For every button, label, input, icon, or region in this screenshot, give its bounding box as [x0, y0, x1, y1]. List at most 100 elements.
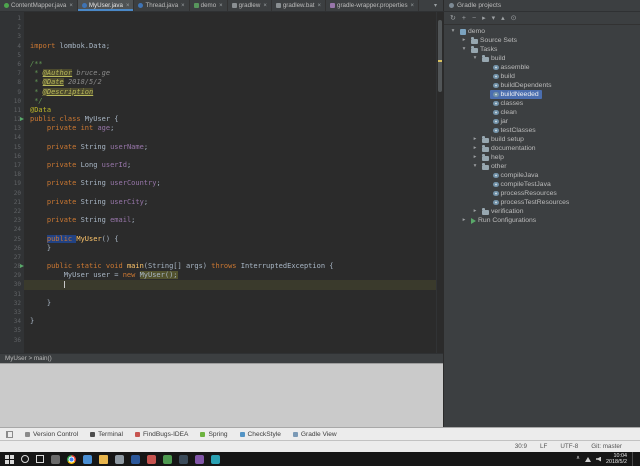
editor-line[interactable]: 2: [0, 23, 443, 32]
editor-line[interactable]: 10 */: [0, 97, 443, 106]
editor-line[interactable]: 33: [0, 308, 443, 317]
taskbar-app-icon[interactable]: [115, 455, 124, 464]
chevron-down-icon[interactable]: ▾: [471, 164, 479, 170]
taskbar-app-icon[interactable]: [211, 455, 220, 464]
tab-close-icon[interactable]: ×: [69, 3, 73, 9]
chevron-down-icon[interactable]: ▾: [460, 47, 468, 53]
tool-window-button-gradle-view[interactable]: Gradle View: [293, 431, 337, 438]
tray-chevron-up-icon[interactable]: ∧: [576, 456, 580, 462]
tree-node-build[interactable]: ▾build: [444, 54, 640, 63]
tree-node-processresources[interactable]: processResources: [444, 189, 640, 198]
task-view-icon[interactable]: [36, 455, 44, 463]
taskbar-clock[interactable]: 10:04 2018/5/2: [606, 453, 627, 465]
tree-node-demo[interactable]: ▾demo: [444, 27, 640, 36]
editor-line[interactable]: 25 public MyUser() {: [0, 235, 443, 244]
editor-line[interactable]: 8 * @Date 2018/5/2: [0, 78, 443, 87]
chevron-right-icon[interactable]: ▸: [471, 155, 479, 161]
breadcrumb[interactable]: MyUser > main(): [0, 353, 443, 363]
editor-line[interactable]: 34}: [0, 317, 443, 326]
editor-line[interactable]: 6/**: [0, 60, 443, 69]
taskbar-app-icon[interactable]: [131, 455, 140, 464]
tab-close-icon[interactable]: ×: [318, 3, 322, 9]
editor-line[interactable]: 19 private String userCountry;: [0, 179, 443, 188]
status-line-separator[interactable]: LF: [540, 443, 547, 450]
tree-node-verification[interactable]: ▸verification: [444, 207, 640, 216]
editor-line[interactable]: 11@Data: [0, 106, 443, 115]
editor-line[interactable]: 3: [0, 32, 443, 41]
taskbar-app-icon[interactable]: [67, 455, 76, 464]
run-task-icon[interactable]: ▸: [482, 15, 486, 22]
tab-close-icon[interactable]: ×: [263, 3, 267, 9]
tree-node-compilejava[interactable]: compileJava: [444, 171, 640, 180]
taskbar-app-icon[interactable]: [179, 455, 188, 464]
editor-line[interactable]: 7 * @Author bruce.ge: [0, 69, 443, 78]
start-button[interactable]: [5, 455, 14, 464]
editor-line[interactable]: 15 private String userName;: [0, 143, 443, 152]
editor-line[interactable]: 27: [0, 253, 443, 262]
volume-icon[interactable]: [596, 457, 601, 462]
editor-line[interactable]: 28 public static void main(String[] args…: [0, 262, 443, 271]
tab-myuser-java[interactable]: MyUser.java×: [78, 0, 135, 11]
tool-window-button-checkstyle[interactable]: CheckStyle: [240, 431, 281, 438]
tab-thread-java[interactable]: Thread.java×: [134, 0, 189, 11]
editor-line[interactable]: 16: [0, 152, 443, 161]
tree-node-run-configurations[interactable]: ▸Run Configurations: [444, 216, 640, 225]
tab-close-icon[interactable]: ×: [411, 3, 415, 9]
editor-line[interactable]: 24: [0, 225, 443, 234]
tree-node-build[interactable]: build: [444, 72, 640, 81]
editor-line[interactable]: 20: [0, 189, 443, 198]
tree-node-jar[interactable]: jar: [444, 117, 640, 126]
tree-node-buildneeded[interactable]: buildNeeded: [444, 90, 640, 99]
editor-line[interactable]: 30: [0, 280, 443, 289]
tree-node-tasks[interactable]: ▾Tasks: [444, 45, 640, 54]
chevron-right-icon[interactable]: ▸: [471, 146, 479, 152]
editor-scrollbar[interactable]: [436, 12, 443, 353]
network-icon[interactable]: [585, 457, 591, 462]
taskbar-app-icon[interactable]: [99, 455, 108, 464]
tree-node-documentation[interactable]: ▸documentation: [444, 144, 640, 153]
tab-list-dropdown-icon[interactable]: ▾: [428, 0, 443, 11]
tree-node-testclasses[interactable]: testClasses: [444, 126, 640, 135]
status-caret-position[interactable]: 30:9: [515, 443, 527, 450]
editor-line[interactable]: 21 private String userCity;: [0, 198, 443, 207]
chevron-right-icon[interactable]: ▸: [460, 38, 468, 44]
tree-node-build-setup[interactable]: ▸build setup: [444, 135, 640, 144]
status-vcs-branch[interactable]: Git: master: [591, 443, 622, 450]
collapse-all-icon[interactable]: ▴: [501, 15, 505, 22]
refresh-icon[interactable]: ↻: [450, 15, 456, 22]
tool-window-handle-icon[interactable]: [6, 431, 13, 438]
gradle-panel-header[interactable]: Gradle projects: [443, 0, 640, 11]
tree-node-compiletestjava[interactable]: compileTestJava: [444, 180, 640, 189]
editor-line[interactable]: 12public class MyUser {: [0, 115, 443, 124]
editor-line[interactable]: 36: [0, 336, 443, 345]
tree-node-classes[interactable]: classes: [444, 99, 640, 108]
chevron-right-icon[interactable]: ▸: [471, 137, 479, 143]
taskbar-app-icon[interactable]: [163, 455, 172, 464]
editor-line[interactable]: 1: [0, 14, 443, 23]
editor-line[interactable]: 23 private String email;: [0, 216, 443, 225]
detach-icon[interactable]: −: [472, 15, 476, 22]
search-icon[interactable]: [21, 455, 29, 463]
tool-window-button-terminal[interactable]: Terminal: [90, 431, 123, 438]
editor-line[interactable]: 32 }: [0, 299, 443, 308]
tab-close-icon[interactable]: ×: [181, 3, 185, 9]
tab-gradlew-bat[interactable]: gradlew.bat×: [272, 0, 326, 11]
editor-line[interactable]: 29 MyUser user = new MyUser();: [0, 271, 443, 280]
settings-icon[interactable]: ⊙: [511, 15, 517, 22]
editor-line[interactable]: 26 }: [0, 244, 443, 253]
tree-node-assemble[interactable]: assemble: [444, 63, 640, 72]
editor-line[interactable]: 22: [0, 207, 443, 216]
editor-line[interactable]: 13 private int age;: [0, 124, 443, 133]
tree-node-clean[interactable]: clean: [444, 108, 640, 117]
tab-demo[interactable]: demo×: [190, 0, 228, 11]
tab-close-icon[interactable]: ×: [126, 3, 130, 9]
editor-line[interactable]: 18: [0, 170, 443, 179]
tree-node-other[interactable]: ▾other: [444, 162, 640, 171]
show-desktop-button[interactable]: [632, 452, 635, 466]
editor-line[interactable]: 14: [0, 133, 443, 142]
taskbar-app-icon[interactable]: [195, 455, 204, 464]
tree-node-builddependents[interactable]: buildDependents: [444, 81, 640, 90]
chevron-down-icon[interactable]: ▾: [471, 56, 479, 62]
chevron-right-icon[interactable]: ▸: [471, 209, 479, 215]
warning-stripe-mark[interactable]: [438, 60, 442, 62]
